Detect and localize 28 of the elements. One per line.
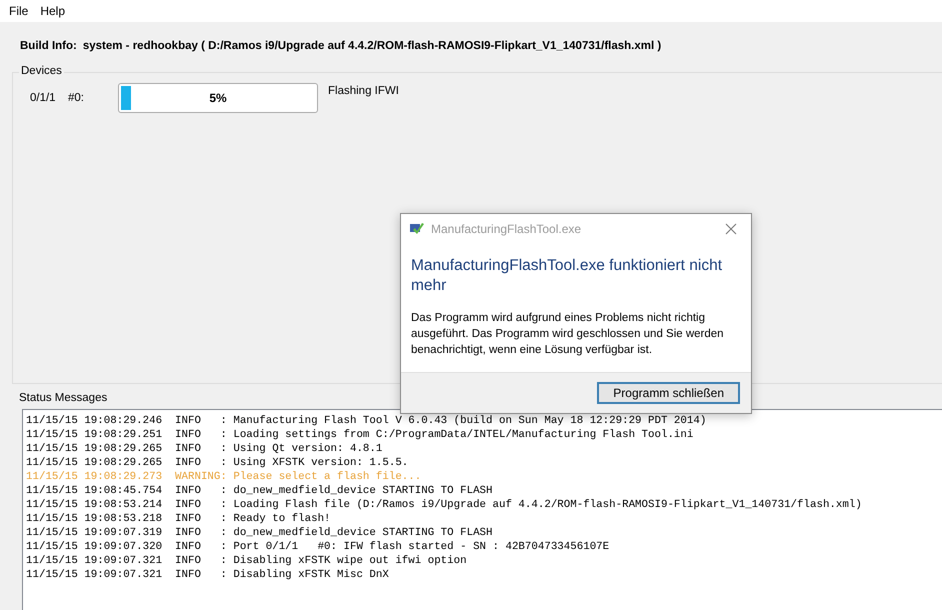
menu-item[interactable]: Help [35,2,70,20]
device-port: 0/1/1 [30,92,57,104]
dialog-heading: ManufacturingFlashTool.exe funktioniert nicht mehr [410,256,724,296]
menu-item[interactable]: File [4,2,34,20]
log-line: 11/15/15 19:08:29.265 INFO : Using Qt version: 4.8.1 [26,442,384,456]
log-line: 11/15/15 19:08:29.265 INFO : Using XFSTK version: 1.5.5. [26,456,410,470]
group-title: Devices [19,65,64,77]
warning-line: 11/15/15 19:08:29.273 WARNING: Please select a flash file... [26,470,422,484]
log-line: 11/15/15 19:08:45.754 INFO : do_new_medfield_device STARTING TO FLASH [26,484,494,498]
build-info-value: system - redhookbay ( D:/Ramos i9/Upgrade auf 4.4.2/ROM-flash-RAMOSI9-Flipkart_V1_140731/flash.xml ) [82,40,662,52]
log-line: 11/15/15 19:09:07.321 INFO : Disabling xFSTK wipe out ifwi option [26,554,468,568]
app-icon [409,222,425,236]
dialog-title: ManufacturingFlashTool.exe [431,222,582,236]
log-line: 11/15/15 19:08:29.246 INFO : Manufacturing Flash Tool V 6.0.43 (build on Sun May 18 12:29:29 PDT 2014) [26,414,708,428]
close-program-button[interactable]: Programm schließen [597,382,740,404]
log-line: 11/15/15 19:09:07.321 INFO : Disabling xFSTK Misc DnX [26,568,390,582]
log-line: 11/15/15 19:08:53.218 INFO : Ready to flash! [26,512,332,526]
log-line: 11/15/15 19:09:07.319 INFO : do_new_medfield_device STARTING TO FLASH [26,526,494,540]
close-icon [725,223,737,235]
log-line: 11/15/15 19:08:29.251 INFO : Loading settings from C:/ProgramData/INTEL/Manufacturing Flash Tool.ini [26,428,694,442]
device-status: Flashing IFWI [328,85,399,97]
build-info-label: Build Info: [20,40,77,52]
log-line: 11/15/15 19:09:07.320 INFO : Port 0/1/1 #0: IFW flash started - SN : 42B704733456107E [26,540,610,554]
dialog-message: Das Programm wird aufgrund eines Problems nicht richtig ausgeführt. Das Programm wird geschlossen und Sie werden benachrichtigt, wenn eine Lösung verfügbar ist. [410,311,725,358]
log-line: 11/15/15 19:08:53.214 INFO : Loading Flash file (D:/Ramos i9/Upgrade auf 4.4.2/ROM-flash-RAMOSI9-Flipkart_V1_140731/flash.xml) [26,498,863,512]
progress-reading: 5% [209,91,227,105]
device-id: #0: [68,92,85,104]
group-title: Status Messages [19,392,108,404]
